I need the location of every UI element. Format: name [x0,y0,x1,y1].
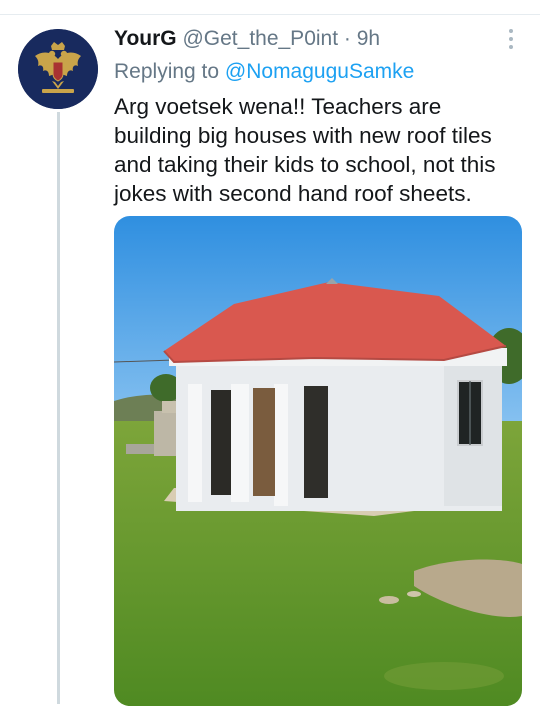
tweet-photo[interactable] [114,216,522,706]
top-divider [0,14,540,15]
replying-to-label: Replying to [114,60,220,83]
avatar[interactable] [18,29,98,109]
display-name[interactable]: YourG [114,27,177,50]
eagle-emblem-icon [18,29,98,109]
replying-to-line: Replying to @NomaguguSamke [114,60,414,84]
replying-to-mention-link[interactable]: @NomaguguSamke [225,60,414,83]
tweet-text: Arg voetsek wena!! Teachers are building… [114,94,496,206]
user-handle[interactable]: @Get_the_P0int [182,27,338,50]
tweet-header: YourG @Get_the_P0int · 9h [114,27,500,51]
separator-dot: · [343,27,351,50]
thread-connector-line [57,112,60,704]
rondavel-house-photo [114,216,522,706]
timestamp[interactable]: 9h [357,27,380,50]
more-options-icon[interactable] [507,29,515,51]
